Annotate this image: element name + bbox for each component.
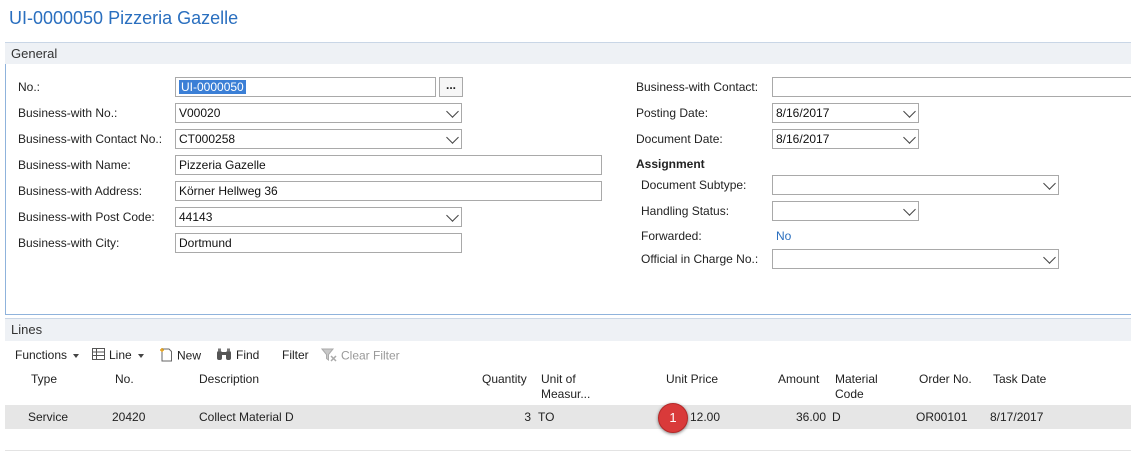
bw-no-value: V00020 [179, 106, 221, 120]
chevron-down-icon[interactable] [903, 105, 916, 118]
bw-address-value: Körner Hellweg 36 [179, 184, 278, 198]
doc-subtype-field[interactable] [772, 175, 1059, 195]
clear-filter-button[interactable]: Clear Filter [320, 348, 400, 365]
col-header-material-line1: Material [835, 372, 878, 386]
new-label: New [177, 348, 202, 363]
bw-contact-label: Business-with Contact: [636, 80, 759, 94]
filter-label: Filter [282, 348, 309, 362]
posting-date-value: 8/16/2017 [776, 106, 830, 120]
filter-button[interactable]: Filter [282, 348, 309, 362]
cell-type[interactable]: Service [28, 410, 68, 424]
chevron-down-icon[interactable] [903, 131, 916, 144]
col-header-material-code[interactable]: Material Code [835, 372, 878, 402]
new-document-icon [160, 348, 173, 365]
bw-post-code-field[interactable]: 44143 [175, 207, 462, 227]
col-header-amount[interactable]: Amount [778, 372, 819, 387]
general-section-header[interactable]: General [5, 42, 1131, 65]
chevron-down-icon[interactable] [446, 131, 459, 144]
posting-date-field[interactable]: 8/16/2017 [772, 103, 919, 123]
bw-address-label: Business-with Address: [18, 184, 143, 198]
bw-contact-field[interactable] [772, 77, 1131, 97]
bw-name-field[interactable]: Pizzeria Gazelle [175, 155, 602, 175]
no-assist-button[interactable]: ... [439, 77, 463, 97]
assignment-group-label: Assignment [636, 157, 705, 171]
bw-no-field[interactable]: V00020 [175, 103, 462, 123]
no-value: UI-0000050 [179, 80, 246, 94]
bw-city-field[interactable]: Dortmund [175, 233, 462, 253]
handling-status-field[interactable] [772, 201, 919, 221]
bw-city-label: Business-with City: [18, 236, 120, 250]
cell-material-code[interactable]: D [832, 410, 841, 424]
bw-contact-no-field[interactable]: CT000258 [175, 129, 462, 149]
functions-label: Functions [15, 348, 68, 362]
caret-down-icon [73, 353, 80, 358]
official-label: Official in Charge No.: [641, 252, 759, 266]
chevron-down-icon[interactable] [903, 203, 916, 216]
find-button[interactable]: Find [216, 348, 259, 364]
line-menu[interactable]: Line [92, 348, 144, 363]
bw-name-label: Business-with Name: [18, 158, 131, 172]
line-label: Line [109, 348, 132, 362]
cell-quantity[interactable]: 3 [470, 410, 531, 424]
official-field[interactable] [772, 249, 1059, 269]
cell-no[interactable]: 20420 [112, 410, 145, 424]
page-title: UI-0000050 Pizzeria Gazelle [9, 8, 239, 28]
cell-amount[interactable]: 36.00 [770, 410, 826, 424]
col-header-order-no[interactable]: Order No. [919, 372, 972, 387]
lines-header-label: Lines [11, 322, 43, 337]
doc-subtype-label: Document Subtype: [641, 178, 747, 192]
functions-menu[interactable]: Functions [15, 348, 80, 362]
bw-name-value: Pizzeria Gazelle [179, 158, 266, 172]
col-header-type[interactable]: Type [31, 372, 57, 387]
chevron-down-icon[interactable] [1043, 177, 1056, 190]
col-header-unit-of-measure[interactable]: Unit of Measur... [541, 372, 590, 402]
clear-filter-label: Clear Filter [341, 348, 400, 363]
lines-section-header[interactable]: Lines [5, 318, 1131, 341]
document-date-value: 8/16/2017 [776, 132, 830, 146]
callout-badge: 1 [658, 403, 688, 433]
handling-status-label: Handling Status: [641, 204, 730, 218]
col-header-uom-line1: Unit of [541, 372, 576, 386]
grid-icon [92, 348, 105, 363]
cell-task-date[interactable]: 8/17/2017 [990, 410, 1043, 424]
binoculars-icon [216, 348, 232, 364]
bw-post-code-value: 44143 [179, 210, 213, 224]
new-button[interactable]: New [160, 348, 201, 365]
cell-order-no[interactable]: OR00101 [916, 410, 967, 424]
col-header-quantity[interactable]: Quantity [482, 372, 527, 387]
chevron-down-icon[interactable] [1043, 251, 1056, 264]
chevron-down-icon[interactable] [446, 209, 459, 222]
col-header-unit-price[interactable]: Unit Price [666, 372, 718, 387]
divider [5, 450, 1131, 451]
no-field[interactable]: UI-0000050 [175, 77, 436, 97]
clear-filter-icon [320, 348, 337, 365]
bw-city-value: Dortmund [179, 236, 232, 250]
no-label: No.: [18, 80, 41, 94]
document-date-label: Document Date: [636, 132, 723, 146]
bw-no-label: Business-with No.: [18, 106, 118, 120]
bw-address-field[interactable]: Körner Hellweg 36 [175, 181, 602, 201]
document-date-field[interactable]: 8/16/2017 [772, 129, 919, 149]
bw-contact-no-label: Business-with Contact No.: [18, 132, 163, 146]
find-label: Find [236, 348, 260, 363]
bw-post-code-label: Business-with Post Code: [18, 210, 155, 224]
col-header-material-line2: Code [835, 387, 864, 401]
col-header-uom-line2: Measur... [541, 387, 591, 401]
posting-date-label: Posting Date: [636, 106, 709, 120]
forwarded-value[interactable]: No [776, 229, 791, 243]
col-header-task-date[interactable]: Task Date [993, 372, 1046, 387]
cell-description[interactable]: Collect Material D [199, 410, 294, 424]
caret-down-icon [137, 353, 144, 358]
forwarded-label: Forwarded: [641, 229, 702, 243]
col-header-description[interactable]: Description [199, 372, 259, 387]
general-header-label: General [11, 46, 58, 61]
bw-contact-no-value: CT000258 [179, 132, 236, 146]
col-header-no[interactable]: No. [115, 372, 134, 387]
chevron-down-icon[interactable] [446, 105, 459, 118]
cell-unit-of-measure[interactable]: TO [538, 410, 554, 424]
